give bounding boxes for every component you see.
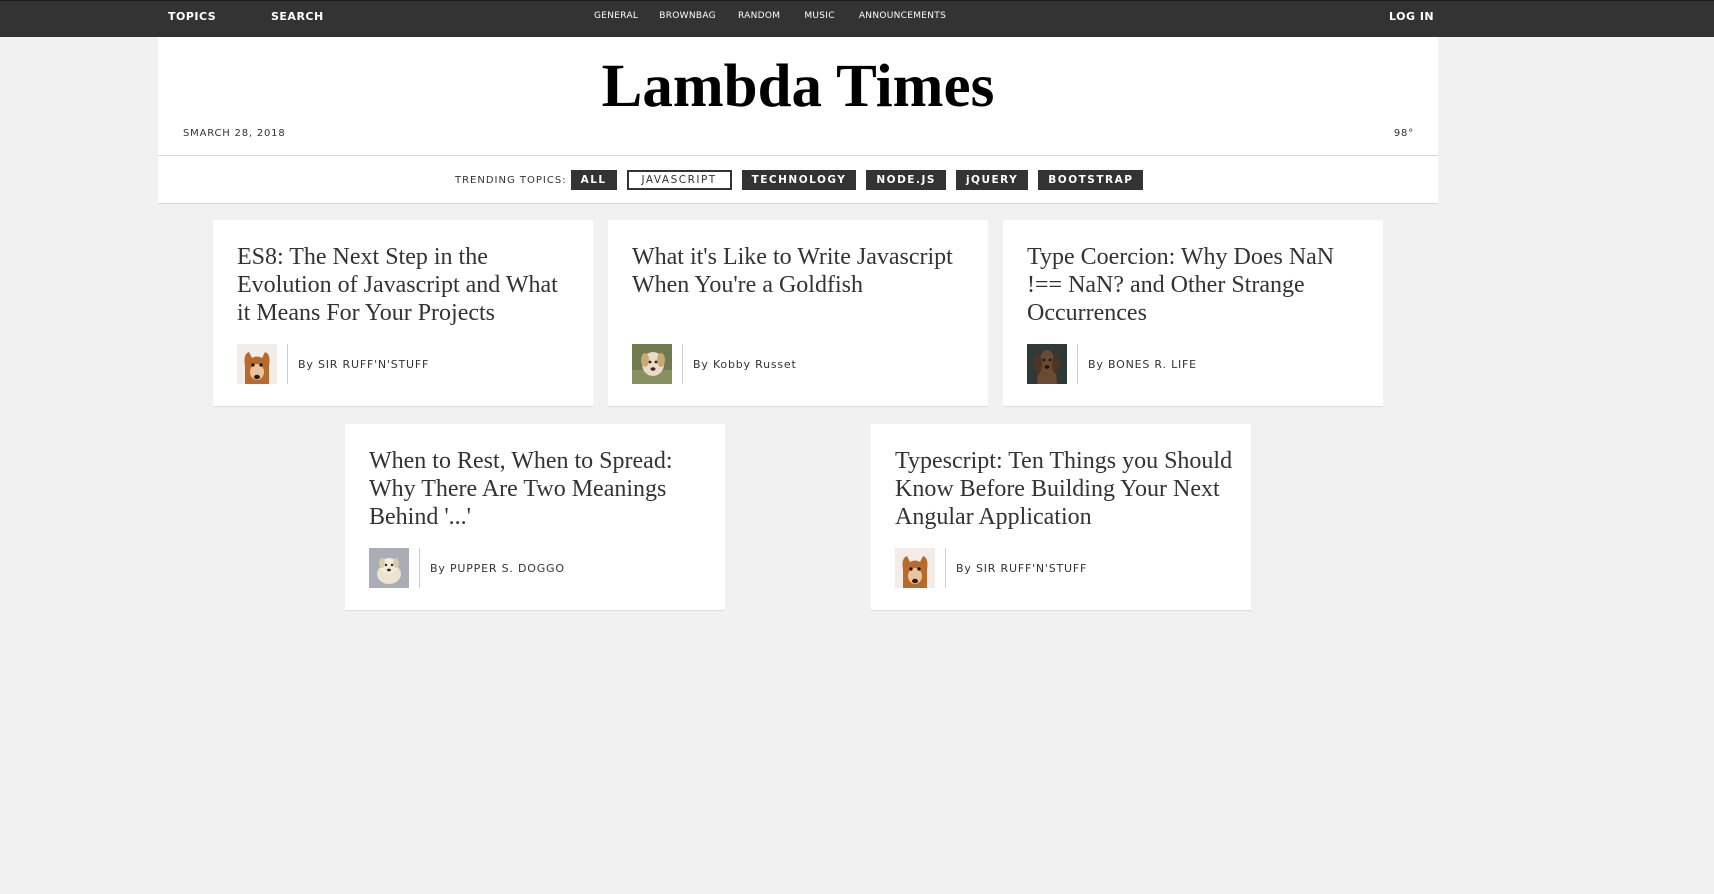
nav-announcements[interactable]: ANNOUNCEMENTS — [859, 11, 946, 21]
trending-topics-label: TRENDING TOPICS: — [455, 174, 567, 186]
topics-link[interactable]: TOPICS — [168, 10, 216, 23]
author-name: By Kobby Russet — [693, 357, 797, 371]
article-card[interactable]: When to Rest, When to Spread: Why There … — [345, 424, 725, 611]
topics-bar: TRENDING TOPICS: ALL JAVASCRIPT TECHNOLO… — [158, 156, 1438, 204]
article-author: By BONES R. LIFE — [1027, 344, 1197, 384]
author-avatar — [895, 548, 935, 588]
author-divider — [945, 548, 946, 588]
topics-tabs: TRENDING TOPICS: ALL JAVASCRIPT TECHNOLO… — [455, 170, 1153, 190]
tab-bootstrap[interactable]: BOOTSTRAP — [1038, 170, 1144, 190]
nav-general[interactable]: GENERAL — [594, 11, 638, 21]
author-divider — [682, 344, 683, 384]
article-card[interactable]: What it's Like to Write Javascript When … — [608, 220, 988, 407]
article-headline[interactable]: ES8: The Next Step in the Evolution of J… — [237, 243, 577, 327]
tab-jquery[interactable]: jQUERY — [955, 170, 1029, 190]
main-nav: GENERAL BROWNBAG RANDOM MUSIC ANNOUNCEME… — [594, 11, 946, 21]
author-avatar — [632, 344, 672, 384]
search-link[interactable]: SEARCH — [271, 10, 324, 23]
site-title: Lambda Times — [601, 53, 995, 120]
article-headline[interactable]: Typescript: Ten Things you Should Know B… — [895, 447, 1235, 531]
article-headline[interactable]: What it's Like to Write Javascript When … — [632, 243, 972, 299]
article-card[interactable]: Typescript: Ten Things you Should Know B… — [871, 424, 1251, 611]
article-card[interactable]: ES8: The Next Step in the Evolution of J… — [213, 220, 593, 407]
article-author: By SIR RUFF'N'STUFF — [895, 548, 1087, 588]
article-card[interactable]: Type Coercion: Why Does NaN !== NaN? and… — [1003, 220, 1383, 407]
author-name: By SIR RUFF'N'STUFF — [956, 561, 1088, 575]
top-bar: TOPICS SEARCH GENERAL BROWNBAG RANDOM MU… — [0, 0, 1714, 37]
login-link[interactable]: LOG IN — [1389, 10, 1434, 23]
author-divider — [1077, 344, 1078, 384]
author-divider — [287, 344, 288, 384]
author-avatar — [369, 548, 409, 588]
author-avatar — [1027, 344, 1067, 384]
author-avatar — [237, 344, 277, 384]
nav-random[interactable]: RANDOM — [738, 11, 780, 21]
article-author: By SIR RUFF'N'STUFF — [237, 344, 429, 384]
header-date: SMARCH 28, 2018 — [183, 128, 286, 139]
author-name: By SIR RUFF'N'STUFF — [298, 357, 430, 371]
article-headline[interactable]: Type Coercion: Why Does NaN !== NaN? and… — [1027, 243, 1367, 327]
nav-brownbag[interactable]: BROWNBAG — [659, 11, 716, 21]
author-name: By BONES R. LIFE — [1088, 357, 1197, 371]
author-name: By PUPPER S. DOGGO — [430, 561, 565, 575]
masthead: Lambda Times SMARCH 28, 2018 98° — [158, 37, 1438, 156]
tab-nodejs[interactable]: NODE.JS — [866, 170, 946, 190]
tab-javascript[interactable]: JAVASCRIPT — [626, 170, 732, 190]
nav-music[interactable]: MUSIC — [804, 11, 835, 21]
article-author: By Kobby Russet — [632, 344, 797, 384]
tab-all[interactable]: ALL — [570, 170, 617, 190]
article-author: By PUPPER S. DOGGO — [369, 548, 565, 588]
article-headline[interactable]: When to Rest, When to Spread: Why There … — [369, 447, 709, 531]
tab-technology[interactable]: TECHNOLOGY — [741, 170, 857, 190]
header-temperature: 98° — [1393, 128, 1414, 139]
author-divider — [419, 548, 420, 588]
